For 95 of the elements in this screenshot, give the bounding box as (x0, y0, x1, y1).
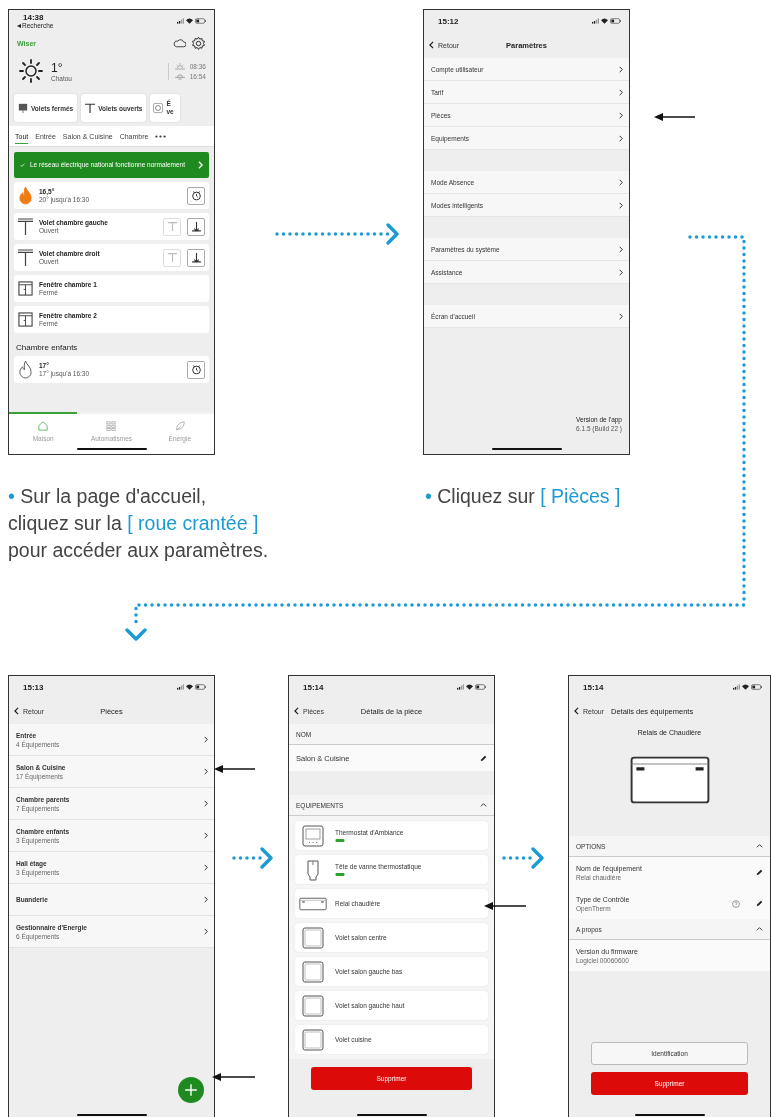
chevron-icon[interactable] (756, 927, 763, 931)
battery-icon (475, 684, 486, 690)
timer-icon (190, 364, 202, 375)
thermostat-icon (301, 824, 325, 847)
add-button[interactable] (178, 1077, 204, 1103)
shutter-module-icon (301, 926, 325, 949)
wifi-icon (186, 684, 193, 690)
instruction-text: • Cliquez sur [ Pièces ] (425, 484, 621, 509)
chevron-right-icon (619, 134, 623, 142)
chevron-right-icon (204, 928, 208, 935)
plus-icon (184, 1083, 198, 1097)
status-time: 15:13 (23, 682, 44, 692)
leaf-icon (174, 421, 185, 431)
close-shutter-button[interactable] (187, 248, 205, 267)
section-title: Chambre enfants (15, 342, 79, 352)
chevron-right-icon (204, 800, 208, 807)
chevron-right-icon (204, 768, 208, 775)
chevron-right-icon (619, 245, 623, 253)
check-icon (20, 163, 25, 167)
sunrise-icon (174, 62, 185, 70)
battery-level-icon (335, 873, 345, 876)
chevron-left-icon (429, 41, 434, 49)
chevron-left-icon (574, 707, 579, 715)
edit-icon[interactable] (756, 900, 763, 907)
dotted-arrow (232, 847, 273, 869)
shutter-closed-icon (18, 103, 28, 113)
battery-level-icon (335, 839, 345, 842)
signal-icon (592, 18, 599, 24)
arrow-down-icon (190, 221, 202, 232)
relay-icon (299, 896, 327, 911)
arrow-down-icon (190, 252, 202, 263)
shutter-open-icon (85, 103, 96, 113)
signal-icon (733, 684, 740, 690)
edit-icon[interactable] (480, 754, 487, 762)
status-time: 14:38 (23, 13, 45, 22)
cloud-icon[interactable] (173, 38, 186, 48)
window-icon (18, 310, 33, 329)
sun-icon (19, 59, 43, 83)
wifi-icon (601, 18, 608, 24)
status-time: 15:14 (583, 682, 604, 692)
battery-icon (610, 18, 621, 24)
battery-icon (195, 684, 206, 690)
status-time: 15:12 (438, 16, 459, 26)
more-icon[interactable] (155, 135, 167, 138)
instruction-text: • Sur la page d'accueil, cliquez sur la [ roue crantée ] pour accéder aux paramètres. (8, 484, 270, 563)
pointer-arrow (484, 902, 527, 910)
chevron-right-icon (619, 88, 623, 96)
dotted-arrow (502, 847, 544, 869)
shutter-open-icon (166, 221, 178, 232)
pointer-arrow (212, 1073, 256, 1081)
chevron-right-icon (204, 736, 208, 743)
shutter-open-icon (166, 252, 178, 263)
signal-icon (457, 684, 464, 690)
chevron-left-icon (294, 707, 299, 715)
chevron-left-icon (14, 707, 19, 715)
chevron-right-icon (619, 111, 623, 119)
timer-icon (153, 103, 164, 113)
wifi-icon (186, 18, 193, 24)
battery-icon (195, 18, 206, 24)
pointer-arrow (214, 765, 256, 773)
timer-icon (190, 190, 202, 201)
wifi-icon (466, 684, 473, 690)
chevron-right-icon (619, 65, 623, 73)
back-triangle-icon (17, 23, 21, 28)
chevron-icon[interactable] (480, 803, 487, 807)
shutter-module-icon (301, 994, 325, 1017)
grid-icon (106, 421, 117, 431)
pointer-arrow (654, 113, 696, 121)
wifi-icon (742, 684, 749, 690)
shutter-module-icon (301, 960, 325, 983)
chevron-right-icon (198, 161, 203, 169)
signal-icon (177, 18, 184, 24)
sunset-icon (174, 72, 185, 80)
shutter-icon (18, 217, 33, 236)
shutter-icon (18, 248, 33, 267)
timer-button[interactable] (187, 186, 205, 205)
chevron-right-icon (204, 832, 208, 839)
signal-icon (177, 684, 184, 690)
shutter-module-icon (301, 1028, 325, 1051)
edit-icon[interactable] (756, 869, 763, 876)
window-icon (18, 279, 33, 298)
chevron-right-icon (619, 312, 623, 320)
chevron-right-icon (619, 201, 623, 209)
chevron-right-icon (619, 178, 623, 186)
chevron-right-icon (204, 864, 208, 871)
chevron-right-icon (619, 268, 623, 276)
status-time: 15:14 (303, 682, 324, 692)
chevron-right-icon (204, 896, 208, 903)
house-icon (38, 421, 49, 431)
close-shutter-button[interactable] (187, 217, 205, 236)
temperature: 1° (51, 60, 64, 75)
settings-icon[interactable] (191, 35, 206, 51)
chevron-icon[interactable] (756, 844, 763, 848)
timer-button[interactable] (187, 360, 205, 379)
battery-icon (751, 684, 762, 690)
